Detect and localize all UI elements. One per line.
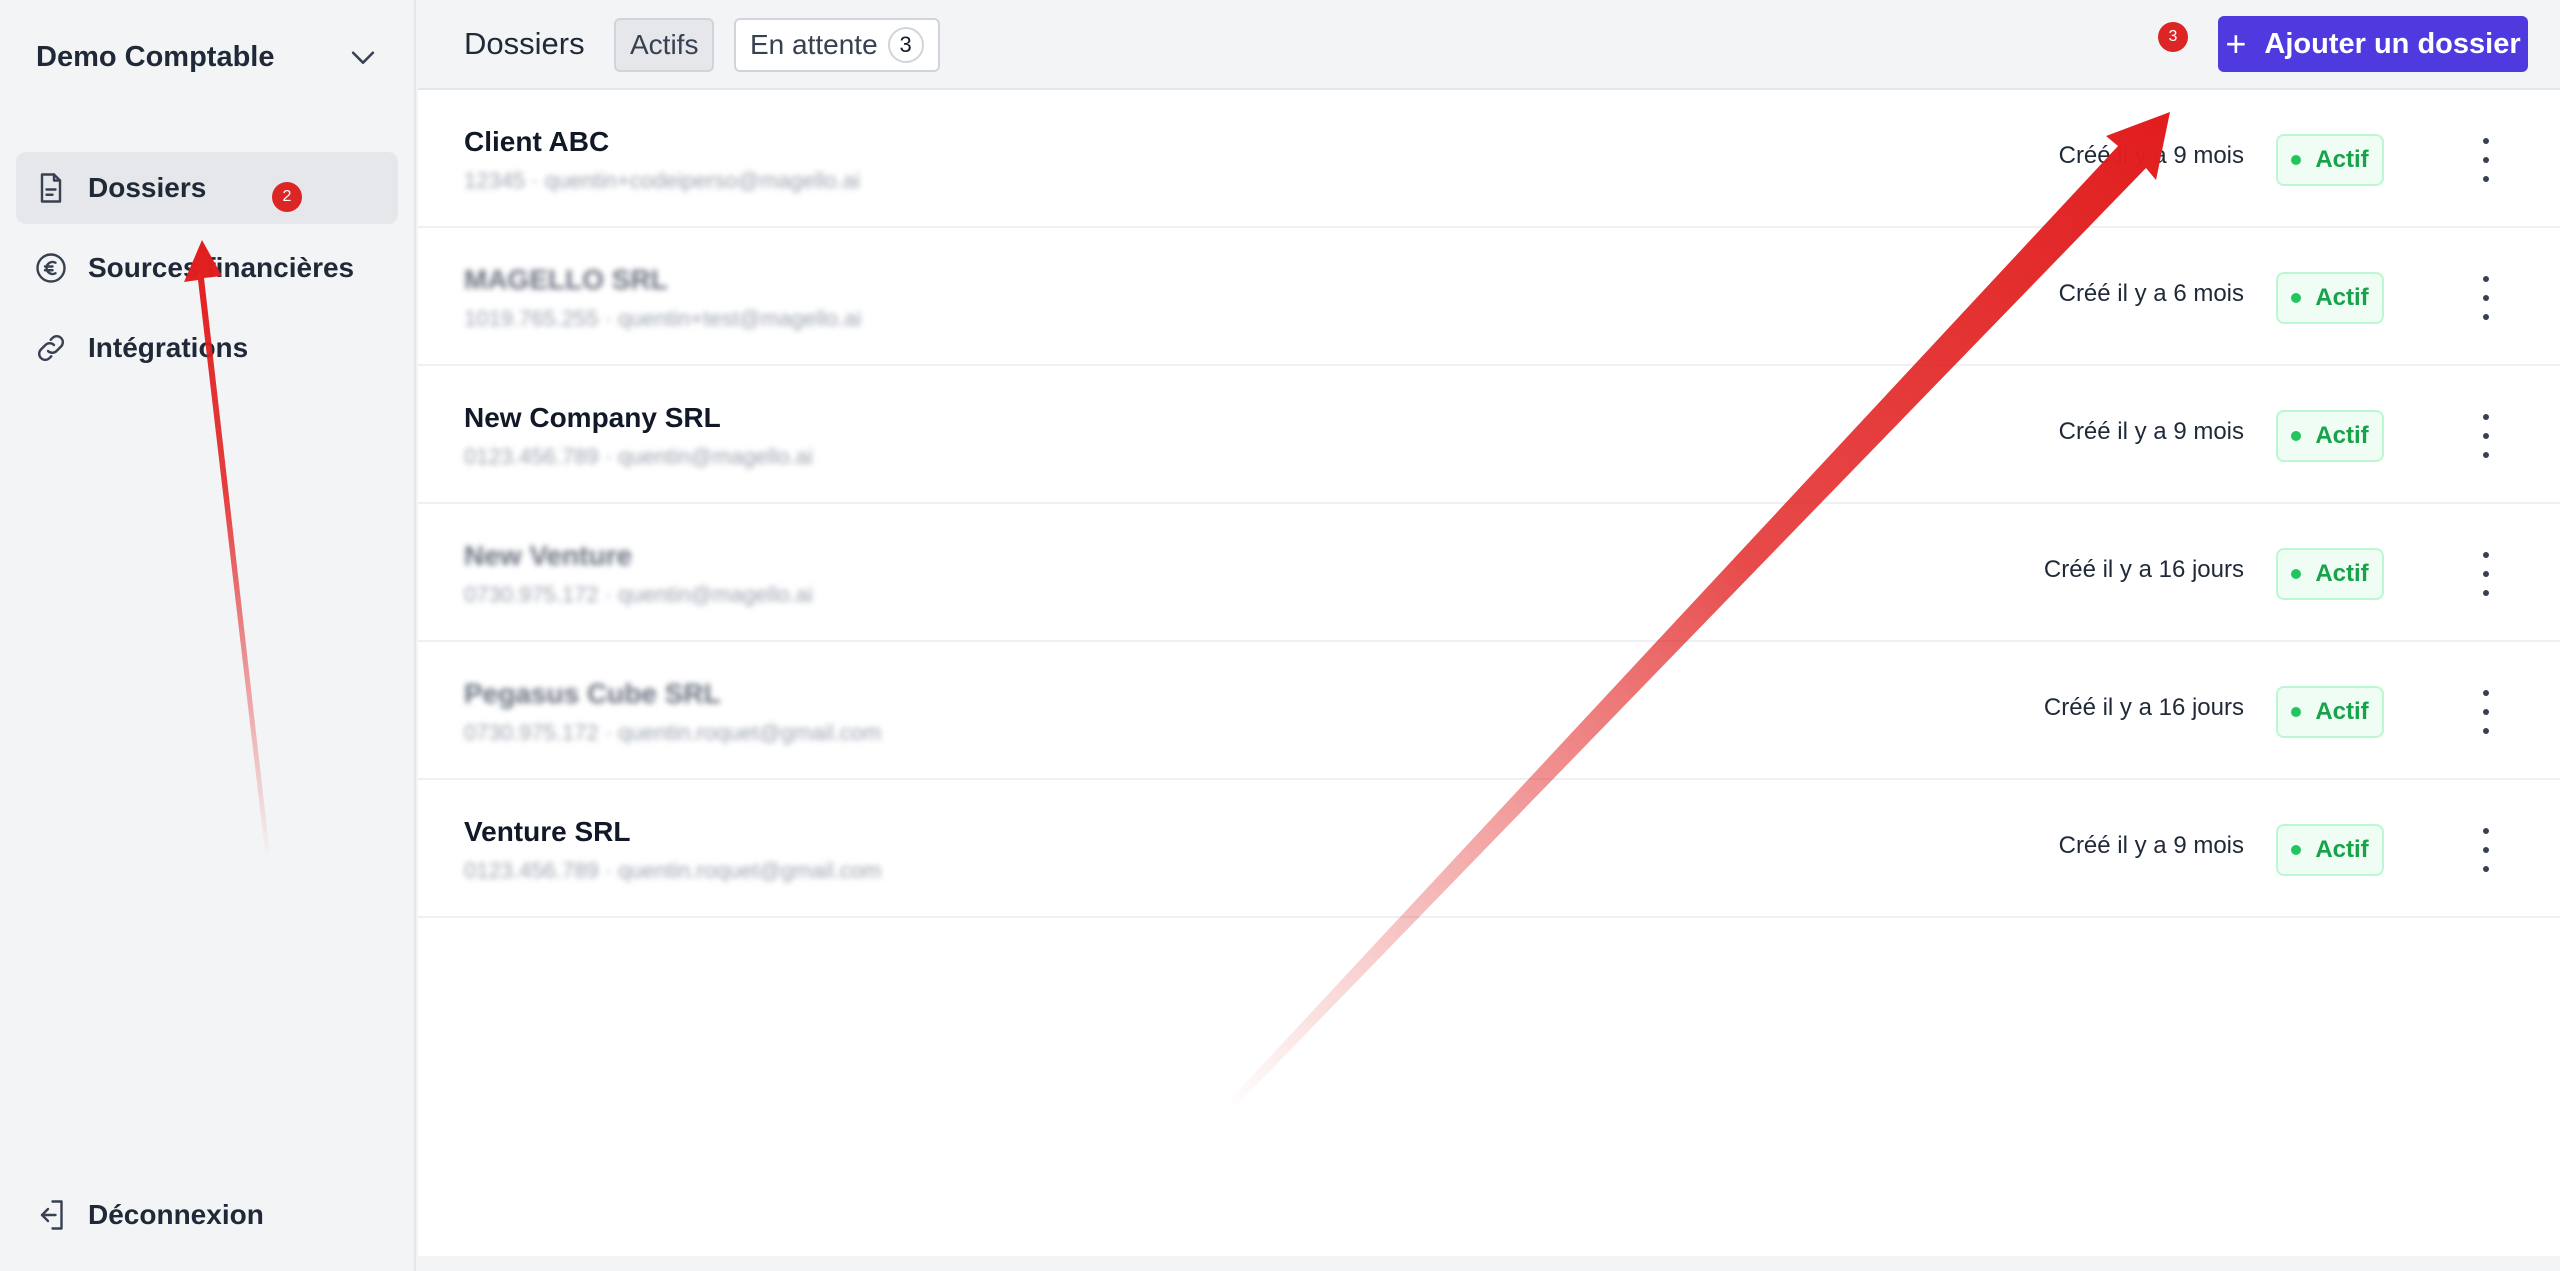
dossier-list: Client ABC 12345 · quentin+codeiperso@ma… xyxy=(418,90,2560,918)
dossier-subtitle: 0730.975.172 · quentin@magello.ai xyxy=(464,582,813,607)
status-badge: Actif xyxy=(2276,134,2384,186)
status-label: Actif xyxy=(2315,836,2369,863)
tab-en-attente[interactable]: En attente 3 xyxy=(734,18,940,72)
sidebar-item-label: Intégrations xyxy=(88,332,249,363)
dossier-created: Créé il y a 6 mois xyxy=(2058,280,2244,307)
sidebar-item-sources-financieres[interactable]: Sources financières xyxy=(16,232,398,304)
document-icon xyxy=(32,169,70,207)
dossier-subtitle: 0123.456.789 · quentin@magello.ai xyxy=(464,444,813,469)
main-panel: Dossiers Actifs En attente 3 + Ajouter u… xyxy=(418,0,2560,1256)
status-label: Actif xyxy=(2315,422,2369,449)
status-dot-icon xyxy=(2291,707,2302,717)
table-row[interactable]: MAGELLO SRL 1019.765.255 · quentin+test@… xyxy=(418,228,2560,366)
table-row[interactable]: New Company SRL 0123.456.789 · quentin@m… xyxy=(418,366,2560,504)
sidebar-item-label: Sources financières xyxy=(88,252,355,283)
dossier-name: New Company SRL xyxy=(464,402,721,433)
table-row[interactable]: Pegasus Cube SRL 0730.975.172 · quentin.… xyxy=(418,642,2560,780)
dossier-name: Pegasus Cube SRL xyxy=(464,678,721,709)
sidebar-item-label: Dossiers xyxy=(88,172,207,203)
dossier-subtitle: 0123.456.789 · quentin.roquet@gmail.com xyxy=(464,858,882,883)
tab-actifs[interactable]: Actifs xyxy=(614,18,715,72)
pending-count-badge: 3 xyxy=(887,27,924,63)
tab-label: Actifs xyxy=(630,29,699,60)
status-badge: Actif xyxy=(2276,272,2384,324)
tab-label: En attente xyxy=(750,29,878,60)
sidebar-nav: Dossiers Sources financières Intégration… xyxy=(16,152,398,392)
status-label: Actif xyxy=(2315,284,2369,311)
status-label: Actif xyxy=(2315,560,2369,587)
more-options-icon[interactable] xyxy=(2476,138,2496,182)
dossier-created: Créé il y a 9 mois xyxy=(2058,832,2244,859)
chevron-down-icon xyxy=(346,40,380,74)
add-dossier-button[interactable]: + Ajouter un dossier xyxy=(2218,16,2528,72)
status-dot-icon xyxy=(2291,293,2302,303)
logout-label: Déconnexion xyxy=(88,1199,264,1230)
plus-icon: + xyxy=(2225,23,2247,64)
more-options-icon[interactable] xyxy=(2476,828,2496,872)
dossier-name: MAGELLO SRL xyxy=(464,264,668,295)
sidebar-item-dossiers[interactable]: Dossiers xyxy=(16,152,398,224)
org-name: Demo Comptable xyxy=(36,40,275,73)
dossier-name: Venture SRL xyxy=(464,816,631,847)
topbar: Dossiers Actifs En attente 3 + Ajouter u… xyxy=(418,0,2560,90)
dossier-subtitle: 12345 · quentin+codeiperso@magello.ai xyxy=(464,168,860,193)
status-badge: Actif xyxy=(2276,824,2384,876)
dossier-subtitle: 0730.975.172 · quentin.roquet@gmail.com xyxy=(464,720,882,745)
status-dot-icon xyxy=(2291,155,2302,165)
dossier-name: New Venture xyxy=(464,540,633,571)
table-row[interactable]: Client ABC 12345 · quentin+codeiperso@ma… xyxy=(418,90,2560,228)
dossier-name: Client ABC xyxy=(464,126,610,157)
dossier-created: Créé il y a 16 jours xyxy=(2043,694,2244,721)
dossier-created: Créé il y a 9 mois xyxy=(2058,418,2244,445)
status-dot-icon xyxy=(2291,845,2302,855)
status-dot-icon xyxy=(2291,431,2302,441)
status-label: Actif xyxy=(2315,146,2369,173)
add-dossier-label: Ajouter un dossier xyxy=(2264,27,2521,60)
sidebar-item-integrations[interactable]: Intégrations xyxy=(16,312,398,384)
dossier-created: Créé il y a 9 mois xyxy=(2058,142,2244,169)
more-options-icon[interactable] xyxy=(2476,690,2496,734)
dossier-created: Créé il y a 16 jours xyxy=(2043,556,2244,583)
more-options-icon[interactable] xyxy=(2476,414,2496,458)
status-badge: Actif xyxy=(2276,410,2384,462)
table-row[interactable]: Venture SRL 0123.456.789 · quentin.roque… xyxy=(418,780,2560,918)
sidebar: Demo Comptable Dossiers Sources financiè… xyxy=(0,0,416,1271)
page-title: Dossiers xyxy=(464,26,585,61)
status-badge: Actif xyxy=(2276,686,2384,738)
link-icon xyxy=(32,329,70,367)
more-options-icon[interactable] xyxy=(2476,276,2496,320)
dossier-subtitle: 1019.765.255 · quentin+test@magello.ai xyxy=(464,306,862,331)
logout-icon xyxy=(32,1196,70,1234)
org-switcher[interactable]: Demo Comptable xyxy=(36,30,380,84)
logout-button[interactable]: Déconnexion xyxy=(32,1196,264,1234)
table-row[interactable]: New Venture 0730.975.172 · quentin@magel… xyxy=(418,504,2560,642)
status-dot-icon xyxy=(2291,569,2302,579)
euro-icon xyxy=(32,249,70,287)
more-options-icon[interactable] xyxy=(2476,552,2496,596)
status-label: Actif xyxy=(2315,698,2369,725)
status-badge: Actif xyxy=(2276,548,2384,600)
